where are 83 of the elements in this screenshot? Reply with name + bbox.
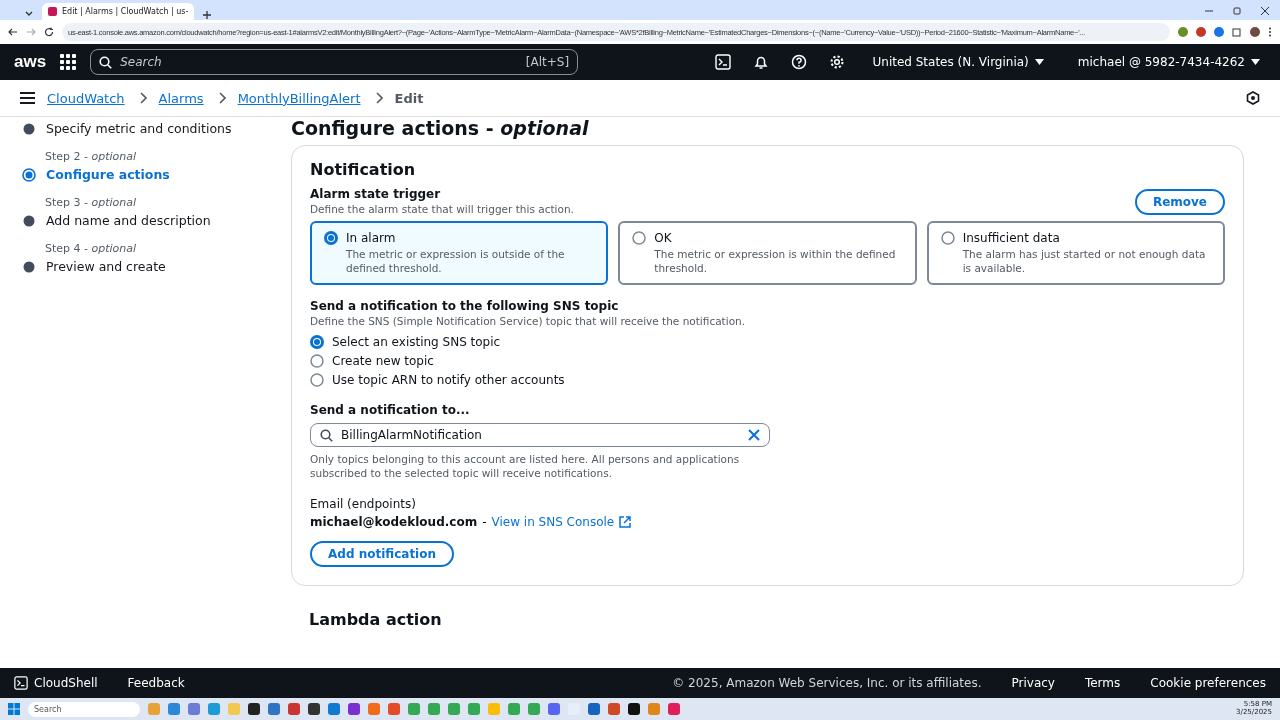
step-link[interactable]: Configure actions bbox=[46, 167, 170, 182]
settings-icon[interactable] bbox=[828, 54, 845, 70]
close-icon[interactable] bbox=[1260, 6, 1270, 16]
footer-link[interactable]: Privacy bbox=[1011, 676, 1055, 690]
step-label: Step 3 - optional bbox=[45, 196, 138, 209]
search-icon bbox=[320, 429, 333, 443]
region-selector[interactable]: United States (N. Virginia) bbox=[866, 54, 1050, 70]
clear-icon[interactable] bbox=[748, 429, 760, 442]
step-label: Step 2 - optional bbox=[45, 150, 138, 163]
cloudshell-button[interactable]: CloudShell bbox=[14, 676, 98, 690]
forward-icon[interactable] bbox=[26, 27, 36, 37]
separator: - bbox=[482, 514, 487, 529]
reload-icon[interactable] bbox=[44, 27, 54, 37]
apps-grid-icon[interactable] bbox=[60, 54, 77, 70]
page-heading: Configure actions - optional bbox=[291, 117, 590, 139]
topic-search-field[interactable]: BillingAlarmNotification bbox=[310, 423, 770, 448]
logo[interactable]: aws bbox=[14, 52, 47, 72]
restore-icon[interactable] bbox=[1232, 6, 1242, 16]
radio-tile[interactable]: Insufficient data The alarm has just started or not enough data is available. bbox=[926, 221, 1225, 286]
search-field[interactable]: Search [Alt+S] bbox=[90, 49, 579, 75]
remove-button[interactable]: Remove bbox=[1134, 189, 1225, 215]
field-description: Define the SNS (Simple Notification Service) topic that will receive the notification. bbox=[310, 315, 747, 328]
radio-tile[interactable]: In alarm The metric or expression is outside of the defined threshold. bbox=[310, 221, 609, 286]
email-address: michael@kodekloud.com bbox=[310, 514, 478, 529]
step-label: Step 4 - optional bbox=[45, 242, 138, 255]
start-icon[interactable] bbox=[8, 703, 20, 715]
field-label: Email (endpoints) bbox=[310, 496, 417, 511]
taskbar-search[interactable]: Search bbox=[28, 701, 140, 717]
new-tab-icon[interactable] bbox=[202, 10, 213, 20]
footer-link[interactable]: Cookie preferences bbox=[1150, 676, 1266, 690]
option-title: Insufficient data bbox=[962, 231, 1061, 245]
breadcrumb-link[interactable]: Alarms bbox=[158, 90, 204, 106]
section-title: Lambda action bbox=[309, 609, 443, 629]
footer-link[interactable]: Terms bbox=[1084, 676, 1121, 690]
field-description: Define the alarm state that will trigger this action. bbox=[310, 203, 574, 215]
help-icon[interactable] bbox=[790, 54, 807, 70]
taskbar-app-icon[interactable] bbox=[308, 703, 320, 715]
hexagon-icon[interactable] bbox=[1246, 91, 1260, 105]
section-title: Notification bbox=[310, 160, 417, 179]
search-icon bbox=[99, 55, 113, 69]
bell-icon[interactable] bbox=[752, 54, 769, 70]
browser-tab[interactable]: Edit | Alarms | CloudWatch | us- bbox=[42, 3, 195, 20]
terminal-icon[interactable] bbox=[714, 54, 731, 70]
external-link-icon bbox=[619, 515, 632, 528]
avatar-icon[interactable] bbox=[1250, 27, 1260, 37]
radio-button[interactable] bbox=[940, 231, 955, 245]
menu-icon[interactable] bbox=[20, 92, 35, 104]
taskbar-app-icon[interactable] bbox=[628, 703, 640, 715]
option-title: In alarm bbox=[346, 231, 397, 245]
radio-label[interactable]: Use topic ARN to notify other accounts bbox=[332, 373, 565, 388]
field-label: Send a notification to the following SNS topic bbox=[310, 299, 620, 314]
field-hint: Only topics belonging to this account are listed here. All persons and applications subscribed to the selected topic will receive notifications. bbox=[310, 452, 741, 481]
sns-console-link[interactable]: View in SNS Console bbox=[491, 514, 632, 529]
back-icon[interactable] bbox=[8, 27, 18, 37]
copyright-text: © 2025, Amazon Web Services, Inc. or its affiliates. bbox=[672, 676, 982, 690]
step-link[interactable]: Specify metric and conditions bbox=[46, 121, 232, 136]
radio-button[interactable] bbox=[310, 373, 324, 388]
radio-button[interactable] bbox=[310, 354, 324, 369]
radio-label[interactable]: Create new topic bbox=[332, 354, 434, 369]
radio-tile[interactable]: OK The metric or expression is within the defined threshold. bbox=[618, 221, 917, 286]
radio-button[interactable] bbox=[632, 231, 647, 245]
option-description: The metric or expression is outside of the defined threshold. bbox=[346, 248, 566, 276]
caret-icon bbox=[1034, 59, 1044, 65]
option-description: The metric or expression is within the defined threshold. bbox=[654, 248, 897, 276]
field-label: Send a notification to... bbox=[310, 403, 471, 418]
feedback-link[interactable]: Feedback bbox=[127, 676, 185, 690]
add-notification-button[interactable]: Add notification bbox=[310, 540, 455, 567]
option-description: The alarm has just started or not enough data is available. bbox=[962, 248, 1207, 276]
terminal-icon bbox=[14, 676, 28, 690]
more-icon[interactable] bbox=[1268, 27, 1272, 37]
breadcrumb-link[interactable]: CloudWatch bbox=[47, 90, 125, 106]
option-title: OK bbox=[654, 231, 673, 245]
taskbar-app-icon[interactable] bbox=[248, 703, 260, 715]
step-link[interactable]: Preview and create bbox=[46, 259, 166, 274]
account-menu[interactable]: michael @ 5982-7434-4262 bbox=[1071, 54, 1266, 70]
caret-icon bbox=[1251, 59, 1260, 65]
radio-button[interactable] bbox=[324, 231, 338, 245]
breadcrumb-link[interactable]: MonthlyBillingAlert bbox=[237, 90, 361, 106]
field-label: Alarm state trigger bbox=[310, 187, 442, 201]
step-link[interactable]: Add name and description bbox=[46, 213, 211, 228]
breadcrumb-current: Edit bbox=[394, 90, 424, 106]
radio-label[interactable]: Select an existing SNS topic bbox=[332, 335, 501, 350]
radio-button[interactable] bbox=[310, 335, 324, 350]
